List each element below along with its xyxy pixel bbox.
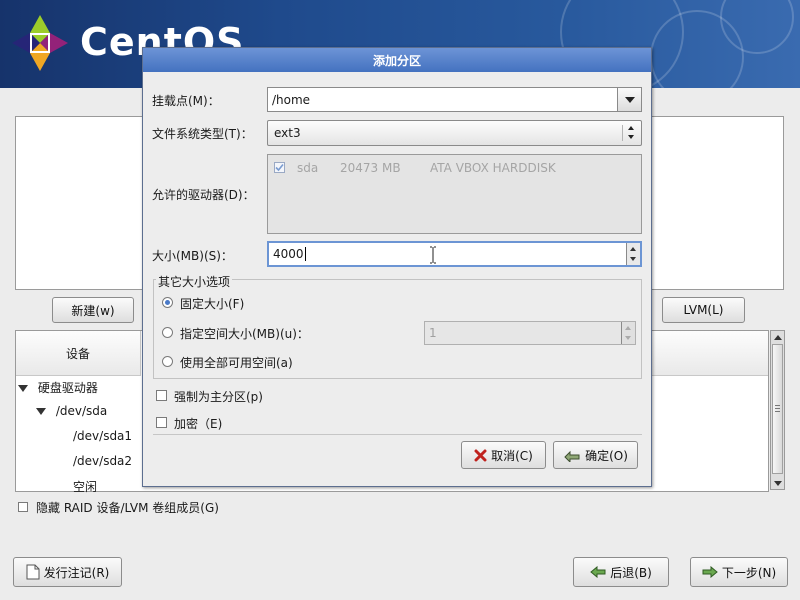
release-notes-label: 发行注记(R)	[43, 565, 110, 580]
drive-size: 20473 MB	[340, 161, 401, 175]
scroll-thumb[interactable]	[772, 344, 783, 474]
arrow-right-icon	[702, 566, 718, 578]
tree-row-label: /dev/sda2	[73, 454, 133, 468]
next-button[interactable]: 下一步(N)	[690, 557, 788, 587]
scroll-up-arrow-icon[interactable]	[772, 332, 783, 342]
column-header-label: 设备	[65, 346, 90, 361]
cancel-x-icon	[474, 449, 487, 461]
size-label: 大小(MB)(S)：	[152, 249, 233, 263]
column-header-extra[interactable]	[652, 331, 768, 376]
fixed-size-label: 固定大小(F)	[180, 297, 245, 311]
ok-label: 确定(O)	[585, 448, 628, 463]
mount-point-value: /home	[272, 92, 311, 107]
chevron-down-icon	[624, 96, 635, 103]
dialog-separator	[153, 434, 642, 435]
select-up-icon	[628, 126, 634, 130]
ok-arrow-icon	[564, 450, 580, 462]
back-label: 后退(B)	[610, 565, 652, 580]
lvm-button[interactable]: LVM(L)	[662, 297, 745, 323]
expander-down-icon[interactable]	[36, 408, 46, 415]
ok-button[interactable]: 确定(O)	[553, 441, 638, 469]
fs-type-value: ext3	[274, 126, 301, 140]
add-partition-dialog: 添加分区 挂载点(M)： /home 文件系统类型(T)： ext3 允许的驱动…	[142, 47, 652, 487]
drive-model: ATA VBOX HARDDISK	[430, 161, 556, 175]
fs-type-select[interactable]: ext3	[267, 120, 642, 146]
dialog-titlebar[interactable]: 添加分区	[143, 48, 651, 72]
upto-size-value: 1	[429, 326, 437, 340]
size-spin-buttons[interactable]	[626, 243, 640, 265]
checkmark-icon	[275, 163, 284, 172]
mount-point-combo[interactable]: /home	[267, 87, 642, 112]
fs-type-label: 文件系统类型(T)：	[152, 127, 253, 141]
tree-row-label: /dev/sda1	[73, 429, 133, 443]
encrypt-label: 加密（E)	[174, 417, 223, 431]
select-down-icon	[628, 135, 634, 139]
drive-checkbox[interactable]	[274, 162, 285, 173]
mount-point-label: 挂载点(M)：	[152, 94, 220, 108]
allowed-drives-label: 允许的驱动器(D)：	[152, 188, 255, 202]
force-primary-checkbox[interactable]	[156, 390, 167, 401]
tree-row[interactable]: /dev/sda1	[73, 429, 132, 443]
arrow-left-icon	[590, 566, 606, 578]
encrypt-checkbox[interactable]	[156, 417, 167, 428]
fill-space-label: 使用全部可用空间(a)	[180, 356, 293, 370]
back-button[interactable]: 后退(B)	[573, 557, 669, 587]
drive-name: sda	[297, 161, 319, 175]
upto-spin-buttons[interactable]	[621, 322, 635, 344]
release-notes-button[interactable]: 发行注记(R)	[13, 557, 122, 587]
document-icon	[26, 564, 40, 580]
new-partition-label: 新建(w)	[71, 303, 115, 318]
cancel-label: 取消(C)	[491, 448, 533, 463]
tree-row-label: 空闲	[73, 480, 98, 494]
column-header-device[interactable]: 设备	[16, 331, 141, 376]
cancel-button[interactable]: 取消(C)	[461, 441, 546, 469]
mount-point-dropdown-button[interactable]	[617, 88, 641, 111]
lvm-label: LVM(L)	[683, 303, 724, 317]
fixed-size-radio[interactable]	[162, 297, 173, 308]
size-spin-input[interactable]: 4000	[267, 241, 642, 267]
fill-space-radio[interactable]	[162, 356, 173, 367]
tree-row[interactable]: 空闲	[73, 478, 97, 495]
hide-raid-checkbox[interactable]	[18, 502, 28, 512]
other-size-options-label: 其它大小选项	[156, 273, 233, 290]
allowed-drives-list[interactable]: sda 20473 MB ATA VBOX HARDDISK	[267, 154, 642, 234]
text-cursor	[304, 247, 306, 261]
hide-raid-label: 隐藏 RAID 设备/LVM 卷组成员(G)	[36, 501, 219, 515]
upto-size-radio[interactable]	[162, 327, 173, 338]
force-primary-label: 强制为主分区(p)	[174, 390, 263, 404]
expander-down-icon[interactable]	[18, 385, 28, 392]
next-label: 下一步(N)	[721, 565, 777, 580]
scroll-down-arrow-icon[interactable]	[772, 478, 783, 488]
tree-row-label: /dev/sda	[55, 404, 108, 418]
device-table-scrollbar[interactable]	[770, 330, 785, 490]
upto-size-spin-input[interactable]: 1	[424, 321, 636, 345]
dialog-title: 添加分区	[372, 53, 421, 68]
upto-size-label: 指定空间大小(MB)(u)：	[180, 327, 309, 341]
centos-logo-icon	[12, 15, 68, 71]
tree-row[interactable]: /dev/sda2	[73, 454, 132, 468]
ibeam-cursor-icon	[430, 246, 436, 264]
new-partition-button[interactable]: 新建(w)	[52, 297, 134, 323]
tree-row[interactable]: 硬盘驱动器	[18, 379, 98, 396]
tree-row[interactable]: /dev/sda	[36, 404, 107, 418]
size-value: 4000	[273, 247, 304, 261]
tree-row-label: 硬盘驱动器	[37, 381, 98, 395]
